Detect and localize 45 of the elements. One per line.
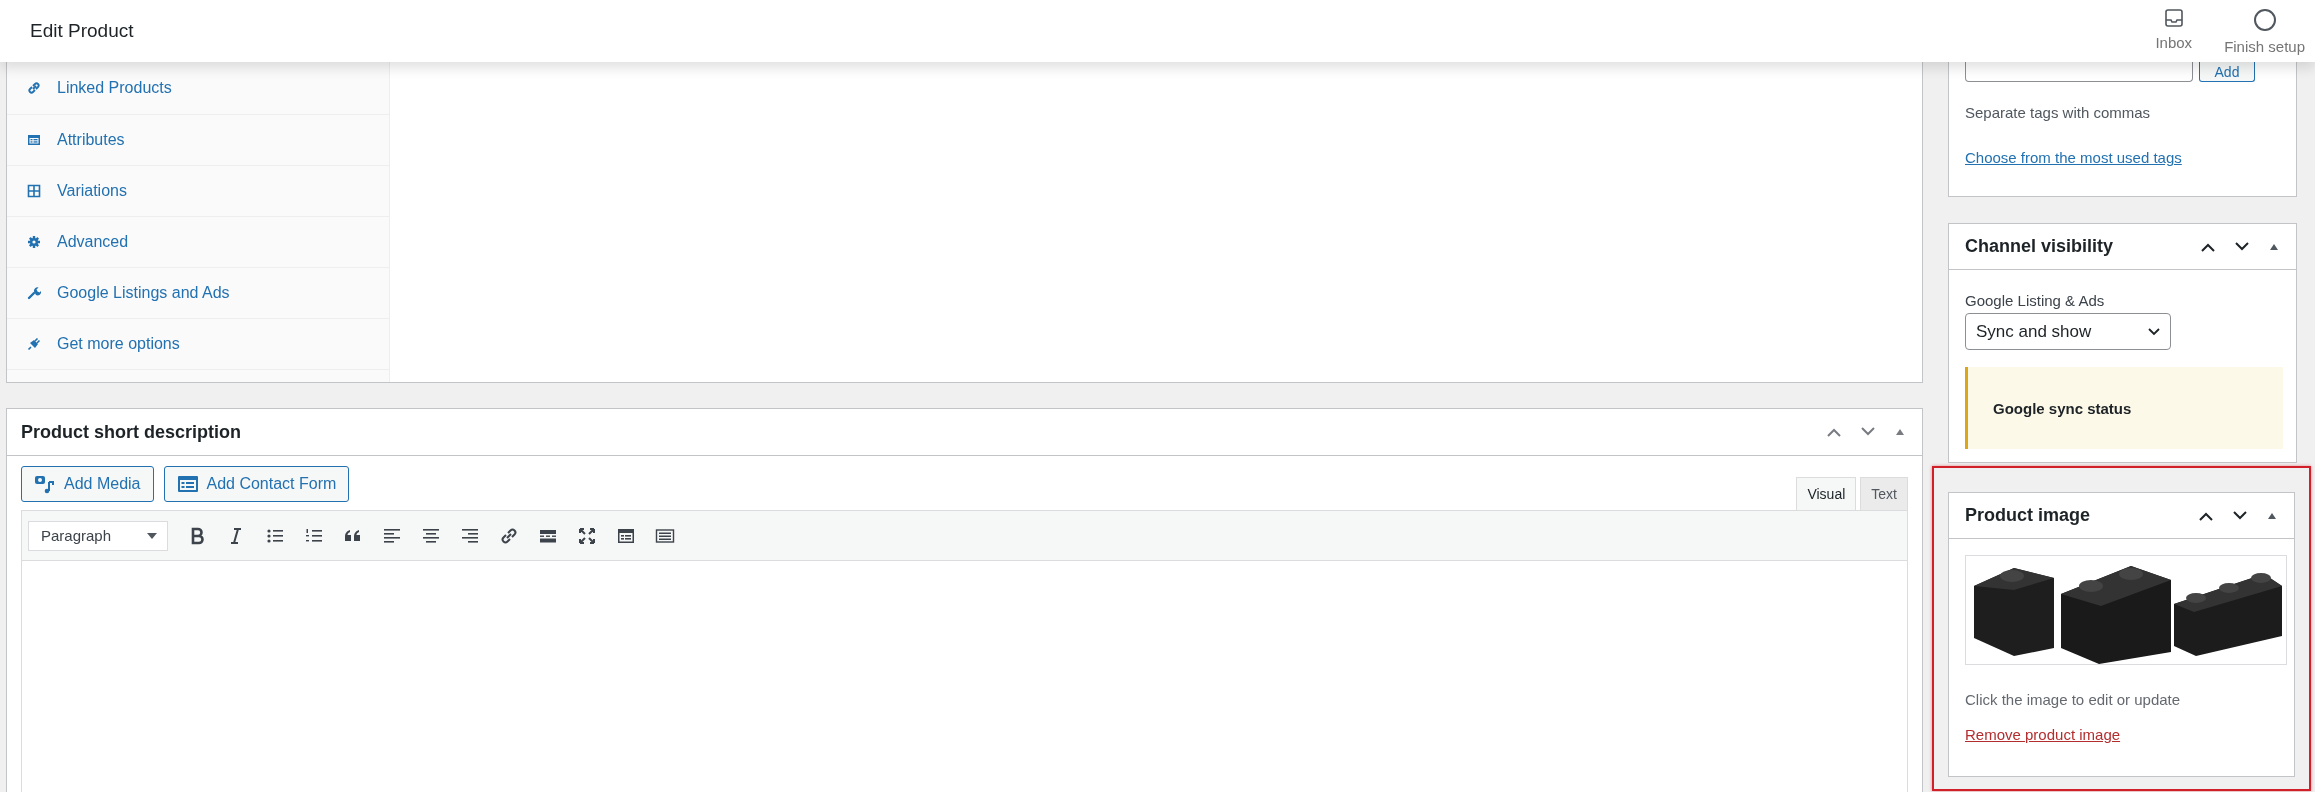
panel-title: Product short description	[21, 421, 242, 443]
product-data-tab[interactable]: Variations	[7, 166, 389, 217]
plug-icon	[27, 337, 41, 351]
move-up-icon[interactable]	[2200, 241, 2216, 252]
product-data-tab[interactable]: Attributes	[7, 115, 389, 166]
format-select[interactable]: Paragraph	[28, 520, 168, 551]
link-icon	[27, 81, 41, 95]
media-button[interactable]: Add Media	[21, 466, 154, 502]
product-data-tab[interactable]: Google Listings and Ads	[7, 268, 389, 319]
header-action[interactable]: Inbox	[2151, 7, 2197, 51]
media-button[interactable]: Add Contact Form	[163, 466, 350, 502]
image-hint: Click the image to edit or update	[1965, 691, 2181, 708]
form-icon	[176, 475, 199, 493]
chevron-down-icon	[2148, 327, 2160, 336]
visibility-select[interactable]: Sync and show	[1965, 313, 2171, 350]
header-action[interactable]: Finish setup	[2220, 7, 2309, 55]
field-label: Google Listing & Ads	[1965, 292, 2105, 309]
most-used-tags-link[interactable]: Choose from the most used tags	[1965, 149, 2182, 166]
panel-title: Product image	[1965, 505, 2091, 526]
collapse-icon[interactable]	[1894, 428, 1906, 436]
tags-hint: Separate tags with commas	[1965, 104, 2152, 121]
gear-icon	[27, 235, 41, 249]
move-up-icon[interactable]	[2198, 510, 2214, 521]
circle-icon	[2252, 7, 2277, 32]
collapse-icon[interactable]	[2268, 242, 2280, 251]
product-data-tab[interactable]: Linked Products	[7, 62, 389, 115]
product-data-tab[interactable]: Advanced	[7, 217, 389, 268]
media-icon	[34, 474, 56, 494]
tag-input-field[interactable]	[1965, 62, 2193, 82]
list-icon	[27, 133, 41, 147]
add-button[interactable]: Add	[2199, 62, 2255, 82]
grid-icon	[27, 184, 41, 198]
collapse-icon[interactable]	[2266, 511, 2278, 520]
notice-text: Google sync status	[1993, 399, 2132, 417]
remove-image-link[interactable]: Remove product image	[1965, 726, 2121, 743]
move-down-icon[interactable]	[2234, 241, 2250, 252]
product-data-tab[interactable]: Get more options	[7, 319, 389, 370]
panel-title: Channel visibility	[1965, 236, 2114, 257]
editor-tab[interactable]: Text	[1860, 477, 1908, 510]
caret-icon	[147, 532, 157, 539]
move-down-icon[interactable]	[2232, 510, 2248, 521]
editor-tab[interactable]: Visual	[1796, 477, 1857, 510]
wrench-icon	[27, 286, 41, 300]
page-title: Edit Product	[30, 20, 134, 42]
inbox-icon	[2163, 7, 2184, 28]
